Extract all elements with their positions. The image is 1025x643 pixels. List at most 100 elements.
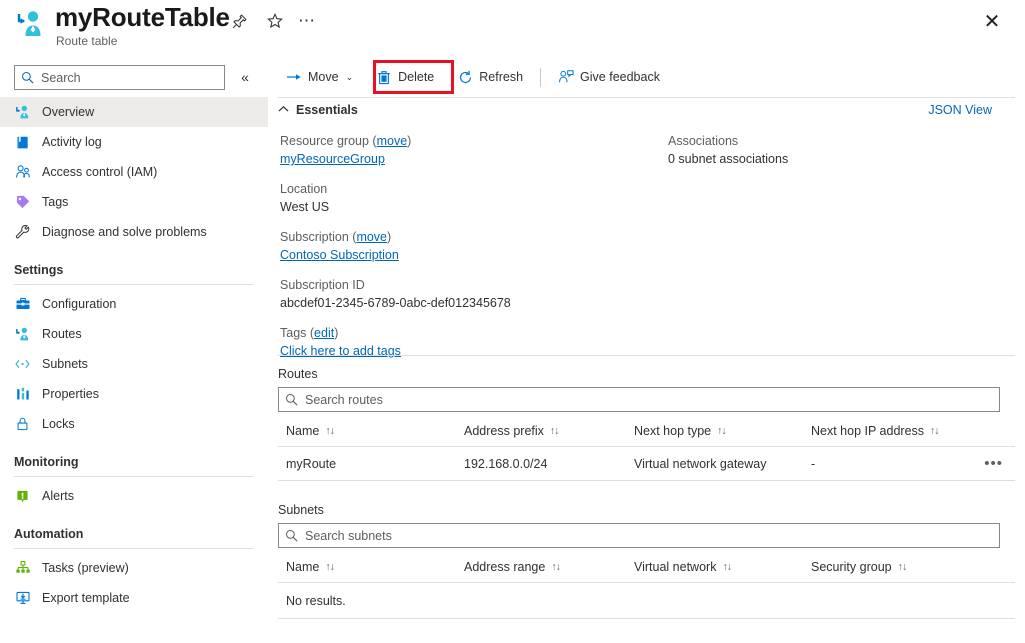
field-value: myResourceGroup — [280, 150, 660, 168]
delete-button[interactable]: Delete — [368, 62, 442, 92]
sidebar-item-properties[interactable]: Properties — [0, 379, 268, 409]
subscription-link[interactable]: Contoso Subscription — [280, 248, 399, 262]
subnets-col-virtual-network[interactable]: Virtual network ↑↓ — [634, 560, 811, 574]
move-button[interactable]: Move ⌄ — [278, 62, 361, 92]
pin-icon[interactable] — [226, 8, 252, 34]
collapse-sidebar-button[interactable]: « — [234, 66, 256, 88]
essentials-field-resource-group: Resource group (move) myResourceGroup — [280, 132, 660, 168]
subnets-col-security-group[interactable]: Security group ↑↓ — [811, 560, 961, 574]
subnets-col-address-range[interactable]: Address range ↑↓ — [464, 560, 634, 574]
move-link[interactable]: move — [356, 230, 387, 244]
subnets-icon — [14, 356, 31, 373]
sort-icon: ↑↓ — [898, 561, 907, 573]
sidebar-item-tags[interactable]: Tags — [0, 187, 268, 217]
sidebar-item-locks[interactable]: Locks — [0, 409, 268, 439]
routes-col-next-hop-ip[interactable]: Next hop IP address ↑↓ — [811, 424, 961, 438]
field-label: Location — [280, 180, 660, 198]
sidebar-item-diagnose[interactable]: Diagnose and solve problems — [0, 217, 268, 247]
column-label: Name — [286, 424, 319, 438]
route-address-prefix: 192.168.0.0/24 — [464, 457, 634, 471]
json-view-link[interactable]: JSON View — [928, 103, 992, 117]
column-label: Virtual network — [634, 560, 716, 574]
properties-icon — [14, 386, 31, 403]
sidebar-item-configuration[interactable]: Configuration — [0, 289, 268, 319]
close-icon[interactable]: ✕ — [977, 6, 1007, 36]
field-value: Click here to add tags — [280, 342, 660, 360]
sidebar-item-subnets[interactable]: Subnets — [0, 349, 268, 379]
routes-table-header: Name ↑↓ Address prefix ↑↓ Next hop type … — [278, 416, 1015, 447]
sidebar-item-label: Tags — [42, 195, 68, 209]
field-label: Tags (edit) — [280, 324, 660, 342]
column-label: Security group — [811, 560, 892, 574]
search-icon — [285, 393, 298, 406]
sidebar-search[interactable] — [14, 65, 225, 90]
route-table-icon — [13, 8, 47, 40]
essentials-toggle[interactable]: Essentials — [278, 103, 358, 117]
essentials-right-column: Associations 0 subnet associations — [668, 132, 1008, 180]
sidebar-item-tasks[interactable]: Tasks (preview) — [0, 553, 268, 583]
star-icon[interactable] — [262, 8, 288, 34]
trash-icon — [376, 69, 392, 85]
route-name: myRoute — [278, 457, 464, 471]
subnets-search[interactable] — [278, 523, 1000, 548]
table-row[interactable]: myRoute 192.168.0.0/24 Virtual network g… — [278, 447, 1015, 481]
subnets-section-title: Subnets — [278, 503, 1015, 517]
give-feedback-button[interactable]: Give feedback — [550, 62, 668, 92]
column-label: Address prefix — [464, 424, 544, 438]
field-label: Associations — [668, 132, 1008, 150]
wrench-icon — [14, 224, 31, 241]
route-next-hop-type: Virtual network gateway — [634, 457, 811, 471]
routes-search[interactable] — [278, 387, 1000, 412]
resource-group-link[interactable]: myResourceGroup — [280, 152, 385, 166]
refresh-icon — [457, 69, 473, 85]
essentials-title: Essentials — [296, 103, 358, 117]
search-icon — [285, 529, 298, 542]
sidebar-group-title: Automation — [0, 511, 268, 545]
sidebar-item-overview[interactable]: Overview — [0, 97, 268, 127]
search-input[interactable] — [39, 70, 204, 86]
subnets-col-name[interactable]: Name ↑↓ — [278, 560, 464, 574]
essentials-field-location: Location West US — [280, 180, 660, 216]
azure-portal-blade: myRouteTable Route table ⋯ ✕ « — [0, 0, 1025, 643]
sidebar-item-activity-log[interactable]: Activity log — [0, 127, 268, 157]
row-context-menu-icon[interactable]: ••• — [984, 460, 1003, 468]
sidebar-item-label: Configuration — [42, 297, 116, 311]
sidebar-item-label: Diagnose and solve problems — [42, 225, 207, 239]
refresh-button[interactable]: Refresh — [449, 62, 531, 92]
routes-col-next-hop-type[interactable]: Next hop type ↑↓ — [634, 424, 811, 438]
sidebar-item-routes[interactable]: Routes — [0, 319, 268, 349]
sidebar-item-alerts[interactable]: Alerts — [0, 481, 268, 511]
sort-icon: ↑↓ — [550, 425, 559, 437]
move-link[interactable]: move — [377, 134, 408, 148]
subnets-table-header: Name ↑↓ Address range ↑↓ Virtual network… — [278, 552, 1015, 583]
move-label: Move — [308, 70, 339, 84]
feedback-label: Give feedback — [580, 70, 660, 84]
sort-icon: ↑↓ — [325, 561, 334, 573]
ellipsis-icon[interactable]: ⋯ — [294, 8, 320, 34]
subnets-empty-row: No results. — [278, 583, 1015, 619]
routes-col-name[interactable]: Name ↑↓ — [278, 424, 464, 438]
sidebar-item-access-control[interactable]: Access control (IAM) — [0, 157, 268, 187]
configuration-icon — [14, 296, 31, 313]
activity-log-icon — [14, 134, 31, 151]
blade-content: Move ⌄ Delete — [268, 50, 1025, 643]
subnets-search-input[interactable] — [303, 528, 963, 544]
sidebar-item-label: Routes — [42, 327, 82, 341]
sidebar-group-title: Monitoring — [0, 439, 268, 473]
route-table-icon — [14, 104, 31, 121]
tag-icon — [14, 194, 31, 211]
field-value: West US — [280, 198, 660, 216]
field-value: abcdef01-2345-6789-0abc-def012345678 — [280, 294, 660, 312]
sidebar-group-title: Settings — [0, 247, 268, 281]
essentials-field-associations: Associations 0 subnet associations — [668, 132, 1008, 168]
routes-col-address-prefix[interactable]: Address prefix ↑↓ — [464, 424, 634, 438]
divider — [14, 284, 254, 285]
edit-link[interactable]: edit — [314, 326, 334, 340]
column-label: Next hop IP address — [811, 424, 924, 438]
sidebar-item-export-template[interactable]: Export template — [0, 583, 268, 613]
sidebar-item-label: Export template — [42, 591, 130, 605]
sidebar: « Overview — [0, 50, 268, 643]
sidebar-item-label: Alerts — [42, 489, 74, 503]
delete-label: Delete — [398, 70, 434, 84]
routes-search-input[interactable] — [303, 392, 963, 408]
